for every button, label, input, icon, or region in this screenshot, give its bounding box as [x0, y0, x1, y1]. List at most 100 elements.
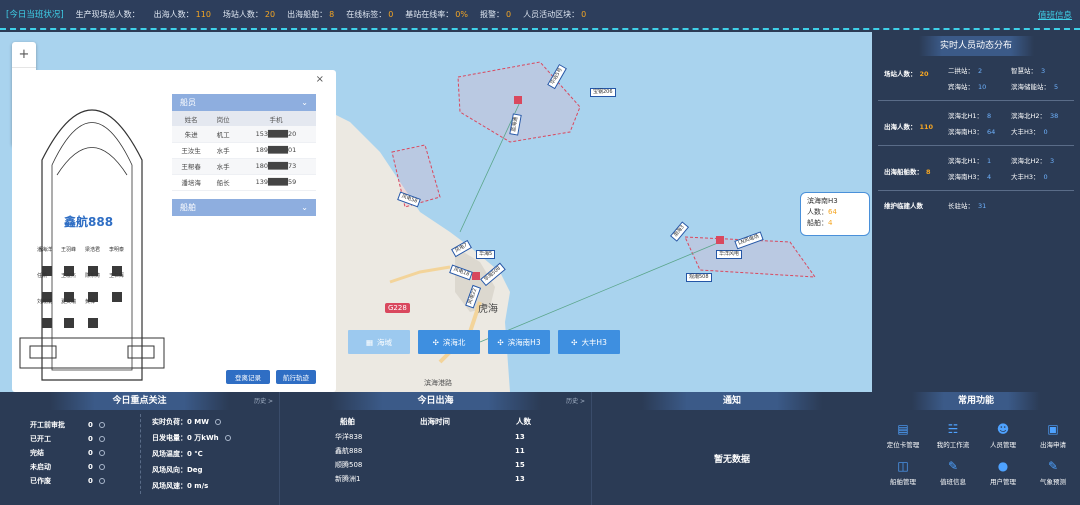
eye-icon[interactable]: [98, 450, 105, 456]
table-row: 新腾洲1 13: [335, 475, 525, 483]
panel-title: 实时人员动态分布: [918, 36, 1034, 56]
function-duty-info[interactable]: ✎ 值班信息: [928, 459, 978, 486]
turbine-icon: ✣: [571, 337, 578, 347]
function-weather[interactable]: ✎ 气象预测: [1028, 459, 1078, 486]
table-row: 王帮春 水手 180████73: [172, 158, 316, 175]
map-ship-label[interactable]: 华海5: [476, 250, 496, 259]
road-badge: G228: [385, 303, 410, 313]
focus-right-list: 实时负荷： 0 MW 日发电量： 0 万kWh 风场温度： 0 ℃ 风场风向： Deg …: [152, 414, 272, 494]
function-ship-mgmt[interactable]: ◫ 船舶管理: [878, 459, 928, 486]
table-row: 潘培海 船长 139████59: [172, 174, 316, 191]
duty-info-link[interactable]: 值班信息: [1038, 9, 1072, 21]
focus-panel: 今日重点关注 历史 > 开工前审批 0 已开工 0 完结 0 未启动 0 已作废 0 实时…: [0, 392, 280, 505]
map-ship-label[interactable]: 宝钢206: [590, 88, 616, 97]
stat-ships: 出海船舶： 8: [287, 9, 335, 19]
eye-icon[interactable]: [224, 435, 231, 441]
crew-header[interactable]: 船员 ⌄: [172, 94, 316, 111]
card-icon: ▤: [897, 422, 909, 436]
callout-title: 滨海南H3: [807, 197, 838, 205]
zoom-in-button[interactable]: +: [12, 42, 36, 68]
ship-icon: ◫: [897, 459, 909, 473]
stat-total: 生产现场总人数：: [75, 9, 140, 19]
turbine-icon: ✣: [497, 337, 504, 347]
notice-panel: 通知 暂无数据: [592, 392, 872, 505]
seat-label: 梁浩君: [85, 247, 101, 253]
sea-table-header: 船舶 出海时间 人数: [340, 417, 531, 426]
map-road-label: 滨海港路: [424, 379, 452, 387]
functions-title: 常用功能: [912, 392, 1040, 410]
eye-icon[interactable]: [98, 422, 105, 428]
eye-icon[interactable]: [215, 419, 221, 425]
eye-icon[interactable]: [98, 478, 105, 484]
ship-diagram: [19, 109, 165, 381]
form-icon: ▣: [1047, 422, 1059, 436]
notice-title: 通知: [642, 392, 822, 410]
function-workflow[interactable]: ☵ 我的工作流: [928, 422, 978, 449]
top-status-bar: [今日当班状况] 生产现场总人数： 出海人数： 110 场站人数： 20 出海船舶：…: [0, 0, 1080, 30]
seat-label: 陈东涛: [85, 273, 101, 279]
table-row: 顺腾508 15: [335, 461, 525, 469]
stat-zones: 人员活动区块： 0: [523, 9, 587, 19]
user-icon: ●: [997, 459, 1009, 473]
close-icon[interactable]: ×: [316, 74, 324, 85]
sea-people-section: 出海人数： 110 滨海北H1： 8 滨海北H2： 38 滨海南H3： 64 大丰H3： 0: [878, 101, 1074, 146]
track-button[interactable]: 航行轨迹: [276, 370, 316, 384]
eye-icon[interactable]: [98, 464, 105, 470]
eye-icon[interactable]: [98, 436, 105, 442]
building-icon: ▦: [365, 337, 374, 347]
bottom-panels: 今日重点关注 历史 > 开工前审批 0 已开工 0 完结 0 未启动 0 已作废 0 实时…: [0, 392, 1080, 505]
turbine-icon: ✣: [432, 337, 439, 347]
workflow-icon: ☵: [947, 422, 959, 436]
map-btn-sea[interactable]: ▦ 海域: [348, 330, 410, 354]
map-btn-binhai-south[interactable]: ✣ 滨海南H3: [488, 330, 550, 354]
edit-icon: ✎: [1047, 459, 1059, 473]
people-icon: ☻: [996, 422, 1010, 436]
seat-label: 王宏杰: [61, 273, 77, 279]
crew-table: 姓名 岗位 手机 朱进 机工 153████20 王汝生 水手 189████01 王帮…: [172, 111, 316, 191]
functions-panel: 常用功能 ▤ 定位卡管理 ☵ 我的工作流 ☻ 人员管理 ▣ 出海申请 ◫ 船舶管理 ✎ 值班…: [872, 392, 1080, 505]
notice-empty: 暂无数据: [713, 455, 750, 465]
map-ship-label[interactable]: 华洋风电: [716, 250, 743, 259]
callout-people: 64: [828, 208, 837, 216]
function-card-mgmt[interactable]: ▤ 定位卡管理: [878, 422, 928, 449]
map-area[interactable]: 宝钢206 华远5号 蓝海通 风电58 风电7 华海5 风电18 华海508 风…: [0, 32, 872, 392]
function-grid: ▤ 定位卡管理 ☵ 我的工作流 ☻ 人员管理 ▣ 出海申请 ◫ 船舶管理 ✎ 值班信息 ● 用…: [878, 422, 1078, 486]
focus-left-list: 开工前审批 0 已开工 0 完结 0 未启动 0 已作废 0: [30, 418, 130, 488]
station-section: 场站人数： 20 二拱站： 2 智慧站： 3 宾海站： 10 滨海储能站： 5: [878, 56, 1074, 101]
focus-history-link[interactable]: 历史 >: [254, 396, 273, 405]
map-btn-binhai-north[interactable]: ✣ 滨海北: [418, 330, 480, 354]
map-btn-dafeng[interactable]: ✣ 大丰H3: [558, 330, 620, 354]
sea-today-panel: 今日出海 历史 > 船舶 出海时间 人数 华洋838 13 鑫航888 11 顺腾508…: [280, 392, 592, 505]
seat-label: 任凯: [37, 273, 48, 279]
table-row: 华洋838 13: [335, 433, 525, 441]
focus-title: 今日重点关注: [50, 392, 229, 410]
map-ship-label[interactable]: 观潮508: [686, 273, 712, 282]
seat-label: 夏文瑞: [61, 299, 77, 305]
boarding-records-button[interactable]: 登离记录: [226, 370, 270, 384]
sea-table: 华洋838 13 鑫航888 11 顺腾508 15 新腾洲1 13: [335, 430, 535, 486]
ship-header[interactable]: 船舶 ⌄: [172, 198, 316, 216]
vessel-popup: × 鑫航888 潘海洋 王羽峰 梁浩君 李明泰 任凯 王宏杰 陈东涛 王仁辉 刘…: [12, 70, 336, 392]
map-place-label: 虎海: [478, 304, 498, 315]
sea-ships-section: 出海船舶数： 8 滨海北H1： 1 滨海北H2： 3 滨海南H3： 4 大丰H3： 0: [878, 146, 1074, 191]
crew-panel: 船员 ⌄ 姓名 岗位 手机 朱进 机工 153████20 王汝生 水手 189████0…: [172, 94, 316, 216]
seat-label: 黄祥: [85, 299, 96, 305]
seat-label: 刘成斌: [37, 299, 53, 305]
seat-label: 李明泰: [109, 247, 125, 253]
sea-history-link[interactable]: 历史 >: [566, 396, 585, 405]
callout-ships: 4: [828, 219, 833, 227]
table-row: 朱进 机工 153████20: [172, 126, 316, 143]
function-people[interactable]: ☻ 人员管理: [978, 422, 1028, 449]
chevron-down-icon: ⌄: [301, 98, 308, 107]
seat-label: 王羽峰: [61, 247, 77, 253]
ship-name: 鑫航888: [64, 215, 114, 229]
function-sea-apply[interactable]: ▣ 出海申请: [1028, 422, 1078, 449]
seat-label: 潘海洋: [37, 247, 53, 253]
map-callout: 滨海南H3 人数：64 船舶：4: [800, 192, 870, 236]
seat-label: 王仁辉: [109, 273, 125, 279]
chevron-down-icon: ⌄: [301, 202, 308, 212]
table-row: 鑫航888 11: [335, 447, 525, 455]
stat-alarm: 报警： 0: [480, 9, 512, 19]
function-user-mgmt[interactable]: ● 用户管理: [978, 459, 1028, 486]
stat-base-rate: 基站在线率： 0%: [405, 9, 468, 19]
